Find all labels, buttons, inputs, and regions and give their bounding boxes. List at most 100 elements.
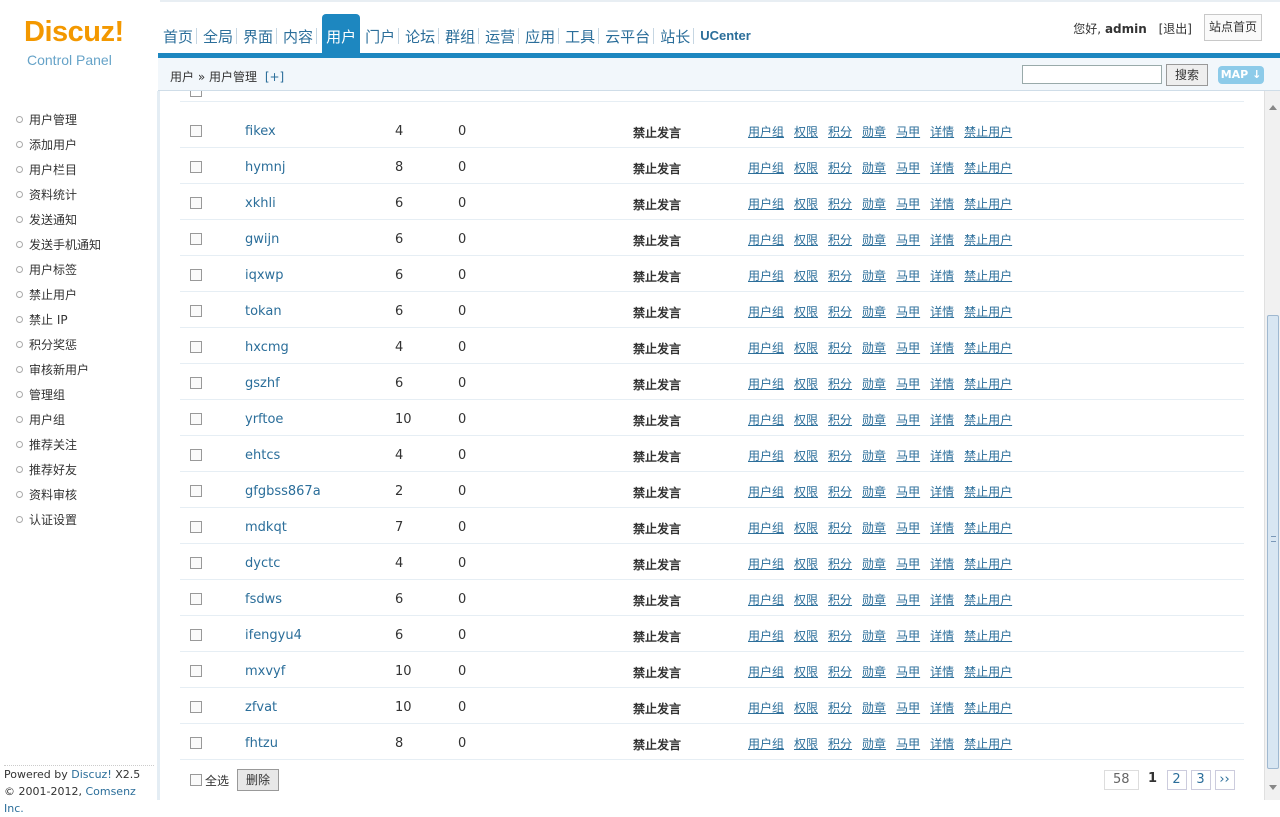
- logout-link[interactable]: [退出]: [1159, 22, 1192, 36]
- username-link[interactable]: hxcmg: [245, 340, 289, 355]
- username-link[interactable]: tokan: [245, 304, 282, 319]
- action-link[interactable]: 详情: [930, 123, 954, 140]
- row-checkbox[interactable]: [190, 557, 202, 569]
- left-menu-item[interactable]: 用户栏目: [0, 157, 157, 182]
- action-link[interactable]: 权限: [794, 339, 818, 356]
- action-link[interactable]: 马甲: [896, 339, 920, 356]
- action-link[interactable]: 勋章: [862, 303, 886, 320]
- left-menu-item[interactable]: 用户标签: [0, 257, 157, 282]
- action-link[interactable]: 勋章: [862, 231, 886, 248]
- action-link[interactable]: 马甲: [896, 267, 920, 284]
- action-link[interactable]: 积分: [828, 267, 852, 284]
- action-link[interactable]: 勋章: [862, 411, 886, 428]
- username-link[interactable]: ifengyu4: [245, 628, 302, 643]
- left-menu-item[interactable]: 资料统计: [0, 182, 157, 207]
- action-link[interactable]: 勋章: [862, 555, 886, 572]
- action-link[interactable]: 用户组: [748, 159, 784, 176]
- action-link[interactable]: 勋章: [862, 699, 886, 716]
- action-link[interactable]: 禁止用户: [964, 591, 1012, 608]
- row-checkbox[interactable]: [190, 521, 202, 533]
- action-link[interactable]: 勋章: [862, 339, 886, 356]
- left-menu-item[interactable]: 禁止用户: [0, 282, 157, 307]
- action-link[interactable]: 权限: [794, 483, 818, 500]
- row-checkbox[interactable]: [190, 701, 202, 713]
- action-link[interactable]: 权限: [794, 555, 818, 572]
- action-link[interactable]: 积分: [828, 735, 852, 752]
- action-link[interactable]: 权限: [794, 303, 818, 320]
- action-link[interactable]: 马甲: [896, 663, 920, 680]
- action-link[interactable]: 禁止用户: [964, 411, 1012, 428]
- action-link[interactable]: 用户组: [748, 483, 784, 500]
- select-all-label[interactable]: 全选: [205, 772, 229, 789]
- pager-page-3[interactable]: 3: [1190, 770, 1211, 790]
- action-link[interactable]: 勋章: [862, 447, 886, 464]
- row-checkbox[interactable]: [190, 305, 202, 317]
- action-link[interactable]: 禁止用户: [964, 519, 1012, 536]
- action-link[interactable]: 禁止用户: [964, 123, 1012, 140]
- site-home-button[interactable]: 站点首页: [1204, 14, 1262, 41]
- username-link[interactable]: gszhf: [245, 376, 280, 391]
- username-link[interactable]: fsdws: [245, 592, 282, 607]
- left-menu-item[interactable]: 资料审核: [0, 482, 157, 507]
- action-link[interactable]: 权限: [794, 231, 818, 248]
- action-link[interactable]: 勋章: [862, 483, 886, 500]
- action-link[interactable]: 用户组: [748, 519, 784, 536]
- action-link[interactable]: 用户组: [748, 699, 784, 716]
- action-link[interactable]: 勋章: [862, 591, 886, 608]
- username-link[interactable]: gwijn: [245, 232, 279, 247]
- action-link[interactable]: 详情: [930, 447, 954, 464]
- action-link[interactable]: 用户组: [748, 591, 784, 608]
- row-checkbox[interactable]: [190, 233, 202, 245]
- action-link[interactable]: 积分: [828, 627, 852, 644]
- action-link[interactable]: 勋章: [862, 663, 886, 680]
- action-link[interactable]: 勋章: [862, 735, 886, 752]
- left-menu-item[interactable]: 认证设置: [0, 507, 157, 532]
- action-link[interactable]: 勋章: [862, 267, 886, 284]
- left-menu-item[interactable]: 推荐关注: [0, 432, 157, 457]
- action-link[interactable]: 禁止用户: [964, 483, 1012, 500]
- username-link[interactable]: fikex: [245, 124, 276, 139]
- vertical-scrollbar[interactable]: [1264, 91, 1280, 800]
- action-link[interactable]: 马甲: [896, 699, 920, 716]
- action-link[interactable]: 详情: [930, 663, 954, 680]
- action-link[interactable]: 勋章: [862, 195, 886, 212]
- action-link[interactable]: 马甲: [896, 627, 920, 644]
- action-link[interactable]: 积分: [828, 123, 852, 140]
- action-link[interactable]: 权限: [794, 627, 818, 644]
- action-link[interactable]: 禁止用户: [964, 303, 1012, 320]
- action-link[interactable]: 用户组: [748, 123, 784, 140]
- nav-tab-10[interactable]: 工具: [562, 14, 602, 54]
- action-link[interactable]: 马甲: [896, 483, 920, 500]
- row-checkbox[interactable]: [190, 593, 202, 605]
- action-link[interactable]: 权限: [794, 411, 818, 428]
- row-checkbox[interactable]: [190, 665, 202, 677]
- nav-tab-1[interactable]: 全局: [200, 14, 240, 54]
- action-link[interactable]: 禁止用户: [964, 195, 1012, 212]
- action-link[interactable]: 马甲: [896, 591, 920, 608]
- action-link[interactable]: 权限: [794, 123, 818, 140]
- nav-tab-6[interactable]: 论坛: [402, 14, 442, 54]
- left-menu-item[interactable]: 发送通知: [0, 207, 157, 232]
- delete-button[interactable]: 删除: [237, 769, 279, 791]
- username-link[interactable]: dyctc: [245, 556, 280, 571]
- action-link[interactable]: 用户组: [748, 735, 784, 752]
- action-link[interactable]: 详情: [930, 339, 954, 356]
- action-link[interactable]: 详情: [930, 591, 954, 608]
- nav-tab-11[interactable]: 云平台: [602, 14, 657, 54]
- left-menu-item[interactable]: 用户管理: [0, 107, 157, 132]
- username-link[interactable]: mxvyf: [245, 664, 285, 679]
- action-link[interactable]: 详情: [930, 375, 954, 392]
- action-link[interactable]: 详情: [930, 195, 954, 212]
- nav-tab-4[interactable]: 用户: [322, 14, 361, 54]
- action-link[interactable]: 禁止用户: [964, 699, 1012, 716]
- action-link[interactable]: 禁止用户: [964, 555, 1012, 572]
- username-link[interactable]: fhtzu: [245, 736, 278, 751]
- action-link[interactable]: 积分: [828, 483, 852, 500]
- action-link[interactable]: 禁止用户: [964, 375, 1012, 392]
- username-link[interactable]: mdkqt: [245, 520, 287, 535]
- action-link[interactable]: 积分: [828, 411, 852, 428]
- action-link[interactable]: 禁止用户: [964, 231, 1012, 248]
- scrollbar-thumb[interactable]: [1267, 315, 1279, 769]
- left-menu-item[interactable]: 审核新用户: [0, 357, 157, 382]
- action-link[interactable]: 马甲: [896, 123, 920, 140]
